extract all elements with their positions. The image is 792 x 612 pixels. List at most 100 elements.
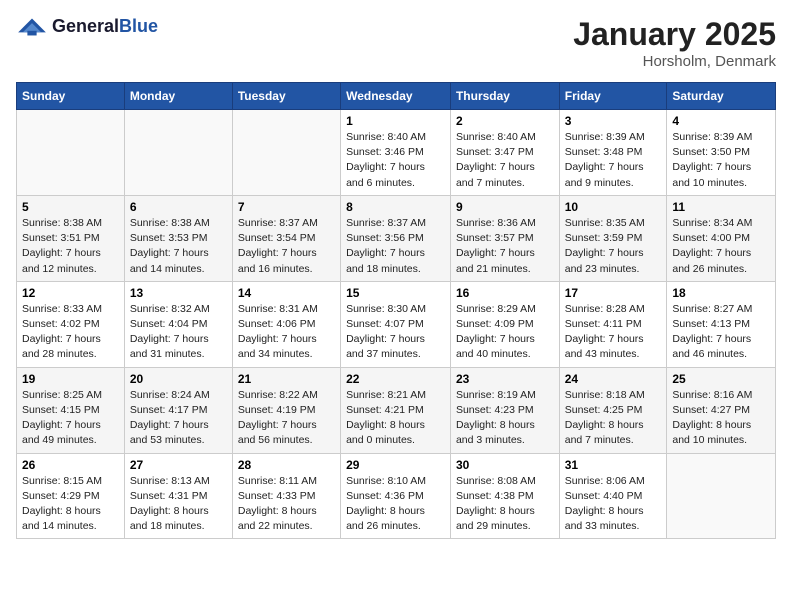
- day-cell: 30 Sunrise: 8:08 AMSunset: 4:38 PMDayligh…: [450, 453, 559, 539]
- day-cell: [667, 453, 776, 539]
- day-number: 2: [456, 114, 554, 128]
- day-number: 26: [22, 458, 119, 472]
- day-cell: 3 Sunrise: 8:39 AMSunset: 3:48 PMDaylight…: [559, 110, 667, 196]
- day-header-wednesday: Wednesday: [341, 83, 451, 110]
- calendar-table: SundayMondayTuesdayWednesdayThursdayFrid…: [16, 82, 776, 539]
- day-cell: 14 Sunrise: 8:31 AMSunset: 4:06 PMDayligh…: [232, 281, 340, 367]
- day-cell: 27Sunrise: 8:13 AMSunset: 4:31 PMDayligh…: [124, 453, 232, 539]
- week-row-3: 12 Sunrise: 8:33 AMSunset: 4:02 PMDayligh…: [17, 281, 776, 367]
- day-number: 6: [130, 200, 227, 214]
- day-cell: 7Sunrise: 8:37 AMSunset: 3:54 PMDaylight…: [232, 195, 340, 281]
- day-cell: 6Sunrise: 8:38 AMSunset: 3:53 PMDaylight…: [124, 195, 232, 281]
- day-info: Sunrise: 8:37 AMSunset: 3:56 PMDaylight:…: [346, 216, 445, 277]
- day-info: Sunrise: 8:40 AMSunset: 3:47 PMDaylight:…: [456, 130, 554, 191]
- day-info: Sunrise: 8:27 AMSunset: 4:13 PMDaylight:…: [672, 302, 770, 363]
- day-cell: 31Sunrise: 8:06 AMSunset: 4:40 PMDayligh…: [559, 453, 667, 539]
- day-cell: 10 Sunrise: 8:35 AMSunset: 3:59 PMDayligh…: [559, 195, 667, 281]
- day-number: 17: [565, 286, 662, 300]
- day-header-thursday: Thursday: [450, 83, 559, 110]
- day-cell: 25 Sunrise: 8:16 AMSunset: 4:27 PMDayligh…: [667, 367, 776, 453]
- day-cell: 18Sunrise: 8:27 AMSunset: 4:13 PMDayligh…: [667, 281, 776, 367]
- week-row-1: 1Sunrise: 8:40 AMSunset: 3:46 PMDaylight…: [17, 110, 776, 196]
- day-number: 10: [565, 200, 662, 214]
- week-row-2: 5 Sunrise: 8:38 AMSunset: 3:51 PMDaylight…: [17, 195, 776, 281]
- day-cell: 9 Sunrise: 8:36 AMSunset: 3:57 PMDaylight…: [450, 195, 559, 281]
- day-cell: 20 Sunrise: 8:24 AMSunset: 4:17 PMDayligh…: [124, 367, 232, 453]
- day-number: 28: [238, 458, 335, 472]
- day-cell: 8Sunrise: 8:37 AMSunset: 3:56 PMDaylight…: [341, 195, 451, 281]
- logo-icon: [16, 17, 48, 37]
- day-cell: 26 Sunrise: 8:15 AMSunset: 4:29 PMDayligh…: [17, 453, 125, 539]
- day-number: 19: [22, 372, 119, 386]
- day-info: Sunrise: 8:33 AMSunset: 4:02 PMDaylight:…: [22, 302, 119, 363]
- day-number: 23: [456, 372, 554, 386]
- day-info: Sunrise: 8:35 AMSunset: 3:59 PMDaylight:…: [565, 216, 662, 277]
- day-info: Sunrise: 8:06 AMSunset: 4:40 PMDaylight:…: [565, 474, 662, 535]
- day-info: Sunrise: 8:15 AMSunset: 4:29 PMDaylight:…: [22, 474, 119, 535]
- location: Horsholm, Denmark: [573, 53, 776, 70]
- day-header-friday: Friday: [559, 83, 667, 110]
- day-header-saturday: Saturday: [667, 83, 776, 110]
- day-info: Sunrise: 8:13 AMSunset: 4:31 PMDaylight:…: [130, 474, 227, 535]
- day-info: Sunrise: 8:38 AMSunset: 3:51 PMDaylight:…: [22, 216, 119, 277]
- week-row-5: 26 Sunrise: 8:15 AMSunset: 4:29 PMDayligh…: [17, 453, 776, 539]
- day-number: 7: [238, 200, 335, 214]
- day-number: 12: [22, 286, 119, 300]
- day-info: Sunrise: 8:29 AMSunset: 4:09 PMDaylight:…: [456, 302, 554, 363]
- day-cell: 13 Sunrise: 8:32 AMSunset: 4:04 PMDayligh…: [124, 281, 232, 367]
- day-info: Sunrise: 8:18 AMSunset: 4:25 PMDaylight:…: [565, 388, 662, 449]
- day-cell: 29Sunrise: 8:10 AMSunset: 4:36 PMDayligh…: [341, 453, 451, 539]
- header-row: SundayMondayTuesdayWednesdayThursdayFrid…: [17, 83, 776, 110]
- day-number: 24: [565, 372, 662, 386]
- day-number: 30: [456, 458, 554, 472]
- day-info: Sunrise: 8:39 AMSunset: 3:48 PMDaylight:…: [565, 130, 662, 191]
- day-number: 20: [130, 372, 227, 386]
- day-info: Sunrise: 8:08 AMSunset: 4:38 PMDaylight:…: [456, 474, 554, 535]
- day-cell: 16Sunrise: 8:29 AMSunset: 4:09 PMDayligh…: [450, 281, 559, 367]
- page-header: General Blue January 2025 Horsholm, Denm…: [16, 16, 776, 70]
- day-info: Sunrise: 8:32 AMSunset: 4:04 PMDaylight:…: [130, 302, 227, 363]
- day-cell: [232, 110, 340, 196]
- logo: General Blue: [16, 16, 158, 37]
- day-info: Sunrise: 8:10 AMSunset: 4:36 PMDaylight:…: [346, 474, 445, 535]
- day-info: Sunrise: 8:22 AMSunset: 4:19 PMDaylight:…: [238, 388, 335, 449]
- day-cell: 21 Sunrise: 8:22 AMSunset: 4:19 PMDayligh…: [232, 367, 340, 453]
- day-cell: 19Sunrise: 8:25 AMSunset: 4:15 PMDayligh…: [17, 367, 125, 453]
- day-cell: 15 Sunrise: 8:30 AMSunset: 4:07 PMDayligh…: [341, 281, 451, 367]
- day-info: Sunrise: 8:24 AMSunset: 4:17 PMDaylight:…: [130, 388, 227, 449]
- day-cell: 12 Sunrise: 8:33 AMSunset: 4:02 PMDayligh…: [17, 281, 125, 367]
- day-cell: 1Sunrise: 8:40 AMSunset: 3:46 PMDaylight…: [341, 110, 451, 196]
- day-number: 21: [238, 372, 335, 386]
- day-number: 4: [672, 114, 770, 128]
- day-cell: 2 Sunrise: 8:40 AMSunset: 3:47 PMDaylight…: [450, 110, 559, 196]
- title-block: January 2025 Horsholm, Denmark: [573, 16, 776, 70]
- day-number: 25: [672, 372, 770, 386]
- day-info: Sunrise: 8:21 AMSunset: 4:21 PMDaylight:…: [346, 388, 445, 449]
- day-cell: [17, 110, 125, 196]
- day-number: 14: [238, 286, 335, 300]
- day-info: Sunrise: 8:11 AMSunset: 4:33 PMDaylight:…: [238, 474, 335, 535]
- day-info: Sunrise: 8:39 AMSunset: 3:50 PMDaylight:…: [672, 130, 770, 191]
- logo-blue: Blue: [119, 16, 158, 37]
- month-title: January 2025: [573, 16, 776, 53]
- day-number: 5: [22, 200, 119, 214]
- day-cell: 17Sunrise: 8:28 AMSunset: 4:11 PMDayligh…: [559, 281, 667, 367]
- day-number: 22: [346, 372, 445, 386]
- day-info: Sunrise: 8:19 AMSunset: 4:23 PMDaylight:…: [456, 388, 554, 449]
- day-header-tuesday: Tuesday: [232, 83, 340, 110]
- day-number: 1: [346, 114, 445, 128]
- day-cell: 23 Sunrise: 8:19 AMSunset: 4:23 PMDayligh…: [450, 367, 559, 453]
- day-number: 3: [565, 114, 662, 128]
- day-header-monday: Monday: [124, 83, 232, 110]
- day-cell: 28 Sunrise: 8:11 AMSunset: 4:33 PMDayligh…: [232, 453, 340, 539]
- day-info: Sunrise: 8:30 AMSunset: 4:07 PMDaylight:…: [346, 302, 445, 363]
- day-info: Sunrise: 8:16 AMSunset: 4:27 PMDaylight:…: [672, 388, 770, 449]
- day-cell: 24 Sunrise: 8:18 AMSunset: 4:25 PMDayligh…: [559, 367, 667, 453]
- day-info: Sunrise: 8:31 AMSunset: 4:06 PMDaylight:…: [238, 302, 335, 363]
- day-number: 9: [456, 200, 554, 214]
- day-number: 15: [346, 286, 445, 300]
- day-info: Sunrise: 8:36 AMSunset: 3:57 PMDaylight:…: [456, 216, 554, 277]
- day-cell: [124, 110, 232, 196]
- logo-general: General: [52, 16, 119, 37]
- day-number: 13: [130, 286, 227, 300]
